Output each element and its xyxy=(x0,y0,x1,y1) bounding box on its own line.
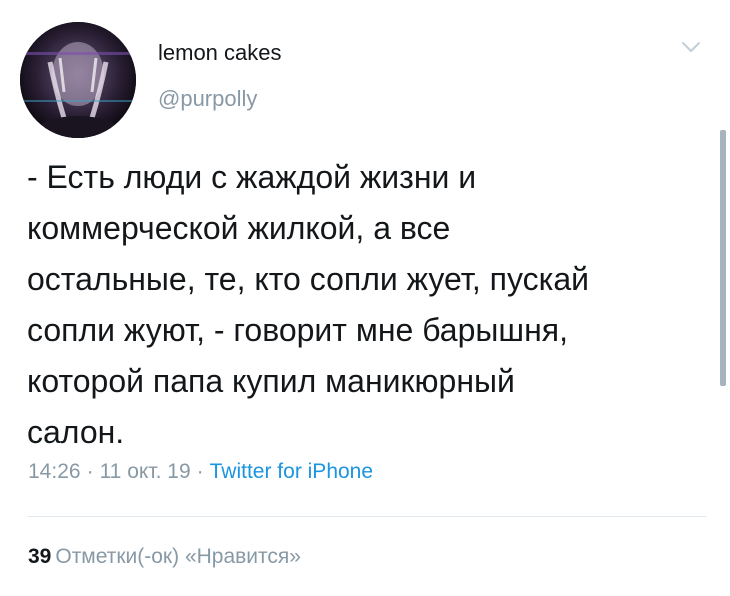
separator: · xyxy=(86,460,94,483)
tweet-line: коммерческой жилкой, а все xyxy=(27,210,451,246)
tweet-menu-button[interactable] xyxy=(680,38,702,56)
scrollbar[interactable] xyxy=(720,130,726,386)
separator: · xyxy=(196,460,204,483)
avatar[interactable] xyxy=(20,22,136,138)
tweet-line: салон. xyxy=(27,414,125,450)
tweet-source-link[interactable]: Twitter for iPhone xyxy=(210,460,373,483)
user-display-name[interactable]: lemon cakes xyxy=(158,40,282,66)
tweet-date[interactable]: 11 окт. 19 xyxy=(100,460,191,483)
tweet-line: - Есть люди с жаждой жизни и xyxy=(27,159,477,195)
tweet-line: сопли жуют, - говорит мне барышня, xyxy=(27,312,568,348)
likes-count: 39 xyxy=(28,545,52,568)
tweet-time[interactable]: 14:26 xyxy=(28,460,81,483)
likes-stat[interactable]: 39 Отметки(-ок) «Нравится» xyxy=(28,545,301,569)
tweet-metadata: 14:26 · 11 окт. 19 · Twitter for iPhone xyxy=(28,460,373,484)
tweet-text: - Есть люди с жаждой жизни и коммерческо… xyxy=(27,152,707,458)
user-handle[interactable]: @purpolly xyxy=(158,86,257,112)
tweet-line: остальные, те, кто сопли жует, пускай xyxy=(27,261,589,297)
divider xyxy=(28,516,706,517)
tweet-line: которой папа купил маникюрный xyxy=(27,363,515,399)
avatar-image xyxy=(20,22,136,138)
chevron-down-icon xyxy=(682,42,700,52)
likes-label: Отметки(-ок) «Нравится» xyxy=(55,545,301,568)
